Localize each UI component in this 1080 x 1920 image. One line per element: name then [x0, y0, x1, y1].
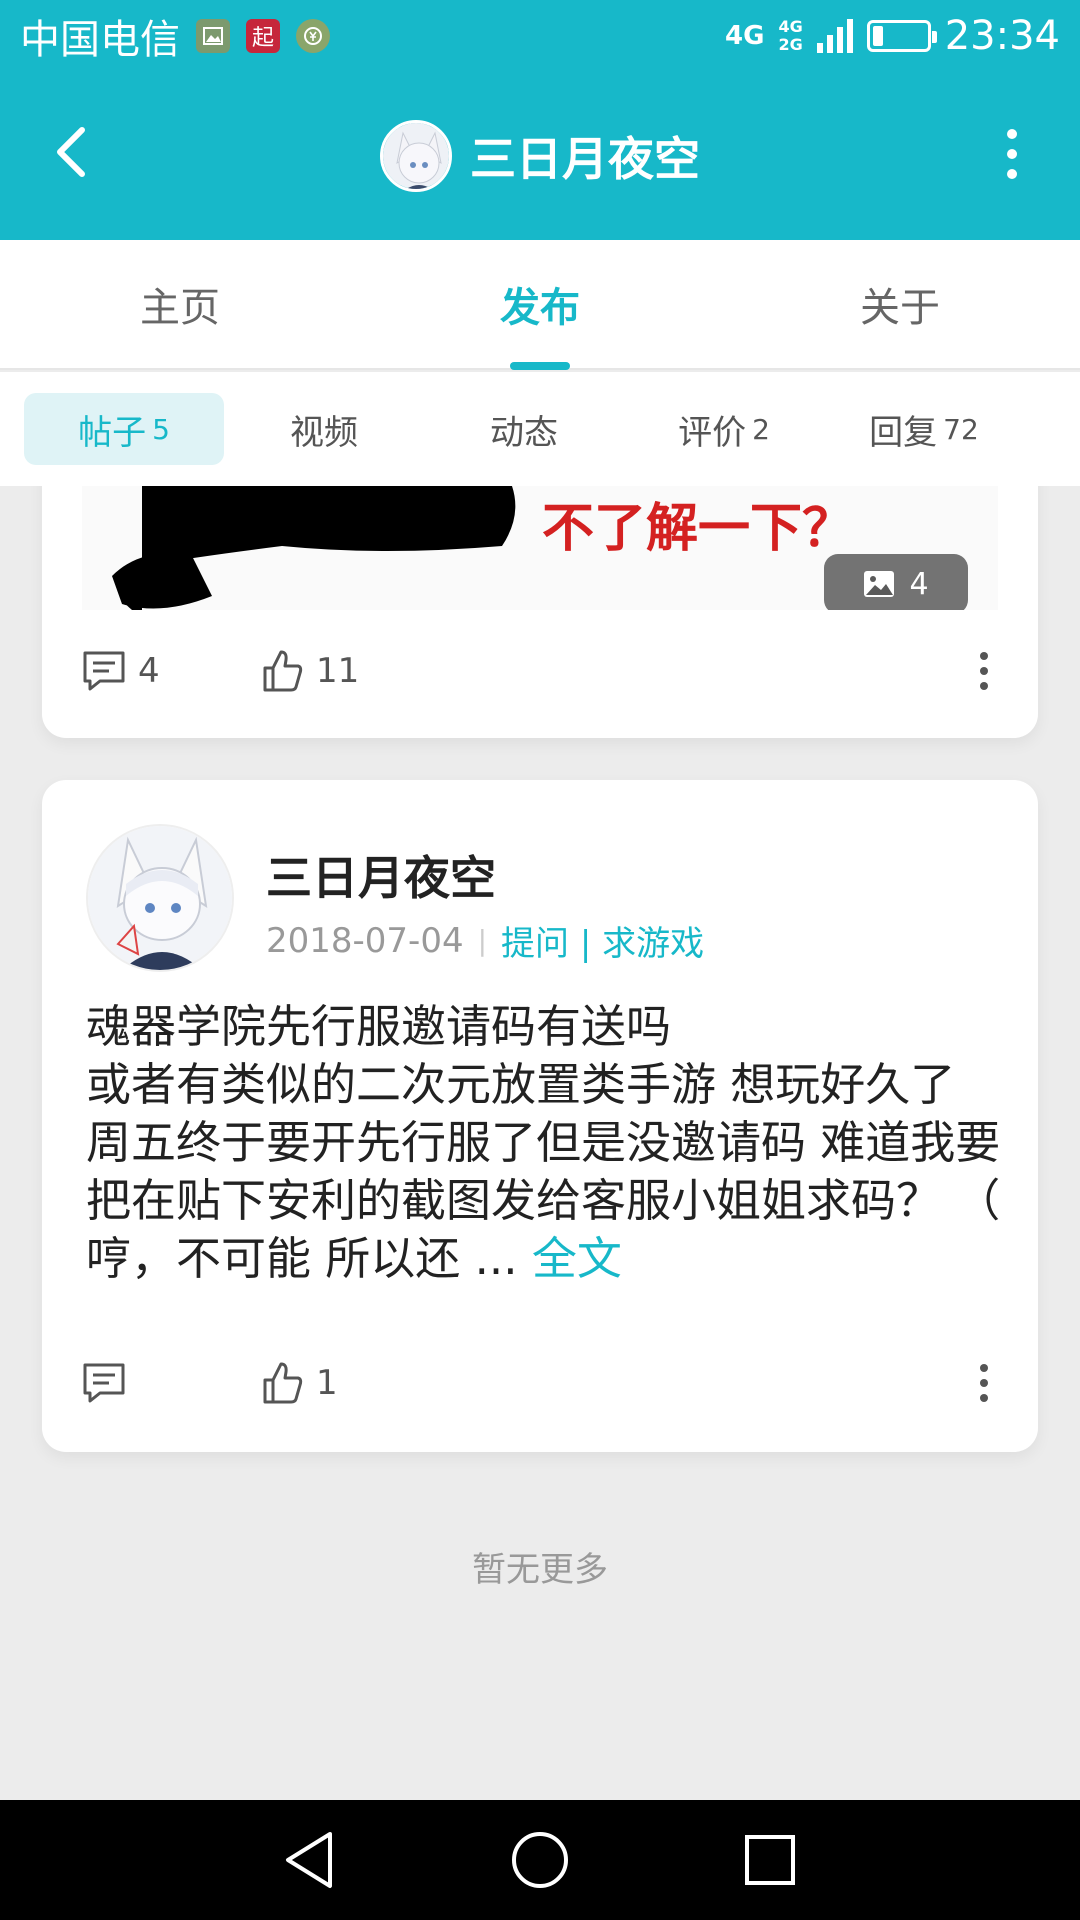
subtab-label: 评价	[678, 412, 747, 453]
subtab-label: 视频	[290, 412, 358, 453]
like-button[interactable]: 1	[262, 1361, 442, 1405]
like-count: 1	[316, 1363, 338, 1403]
meta-divider: |	[477, 924, 488, 957]
subtab-count: 72	[943, 412, 979, 446]
wallet-notification-icon	[296, 19, 330, 53]
more-dot	[1007, 129, 1017, 139]
subtab-videos[interactable]: 视频	[224, 393, 424, 465]
nav-home-button[interactable]	[500, 1820, 580, 1900]
end-of-list-text: 暂无更多	[472, 1550, 608, 1590]
subtab-count: 2	[752, 412, 770, 446]
more-dot	[1007, 149, 1017, 159]
read-full-link[interactable]: 全文	[532, 1232, 622, 1285]
subtab-label: 动态	[490, 412, 558, 453]
menu-dot	[980, 1364, 988, 1372]
post-card[interactable]: 三日月夜空 2018-07-04 | 提问 | 求游戏 魂器学院先行服邀请码有送…	[42, 780, 1038, 1452]
subtab-replies[interactable]: 回复 72	[824, 393, 1024, 465]
like-button[interactable]: 11	[262, 649, 442, 693]
gallery-notification-icon	[196, 19, 230, 53]
comment-button[interactable]: 4	[82, 650, 262, 692]
network-secondary-top: 4G	[778, 17, 803, 36]
post-actions: 4 11	[82, 636, 998, 706]
chevron-left-icon	[57, 127, 85, 177]
carrier-name: 中国电信	[20, 17, 180, 63]
subtab-reviews[interactable]: 评价 2	[624, 393, 824, 465]
author-avatar[interactable]	[86, 824, 234, 972]
post-actions: 1	[82, 1348, 998, 1418]
comment-icon	[83, 1363, 125, 1403]
post-menu-button[interactable]	[970, 1354, 998, 1412]
like-count: 11	[316, 651, 360, 691]
sub-tabs: 帖子 5 视频 动态 评价 2 回复 72	[0, 372, 1080, 486]
network-type: 4G	[725, 21, 765, 51]
menu-dot	[980, 667, 988, 675]
circle-home-icon	[512, 1832, 568, 1888]
subtab-count: 5	[152, 412, 170, 446]
clock: 23:34	[944, 13, 1060, 59]
post-feed: 不了解一下？ 4 4 11 三日月夜空 2018-07-04 | 提问 | 求游…	[0, 486, 1080, 1800]
network-secondary: 4G 2G	[778, 18, 802, 54]
subtab-label: 回复	[869, 412, 938, 453]
qidian-notification-icon: 起	[246, 19, 280, 53]
header-center: 三日月夜空	[0, 72, 1080, 240]
app-header: 三日月夜空	[0, 72, 1080, 240]
nav-back-button[interactable]	[270, 1820, 350, 1900]
system-nav-bar	[0, 1800, 1080, 1920]
fox-girl-avatar-icon	[383, 123, 449, 189]
menu-dot	[980, 1379, 988, 1387]
subtab-moments[interactable]: 动态	[424, 393, 624, 465]
tab-home[interactable]: 主页	[0, 240, 360, 368]
comment-button[interactable]	[82, 1362, 262, 1404]
image-count: 4	[909, 566, 929, 602]
signal-strength-icon	[816, 19, 853, 53]
menu-dot	[980, 682, 988, 690]
subtab-posts[interactable]: 帖子 5	[24, 393, 224, 465]
image-icon	[864, 571, 895, 597]
subtab-label: 帖子	[78, 412, 147, 453]
more-options-button[interactable]	[984, 124, 1040, 184]
post-date: 2018-07-04	[266, 920, 464, 961]
battery-icon	[866, 20, 937, 52]
post-menu-button[interactable]	[970, 642, 998, 700]
network-secondary-bottom: 2G	[778, 35, 803, 54]
tab-publish[interactable]: 发布	[360, 240, 720, 370]
comment-icon	[83, 651, 125, 691]
menu-dot	[980, 1394, 988, 1402]
fox-girl-avatar-icon	[88, 826, 232, 970]
back-button[interactable]	[40, 122, 100, 182]
tab-about[interactable]: 关于	[720, 240, 1080, 368]
page-title: 三日月夜空	[470, 132, 700, 186]
post-card[interactable]: 不了解一下？ 4 4 11	[42, 486, 1038, 738]
battery-level	[872, 26, 883, 46]
post-category[interactable]: 提问 | 求游戏	[501, 916, 704, 965]
avatar[interactable]	[380, 120, 452, 192]
thumbs-up-icon	[263, 1362, 303, 1404]
main-tabs: 主页 发布 关于	[0, 240, 1080, 370]
comment-count: 4	[138, 651, 160, 691]
image-count-badge: 4	[824, 554, 968, 610]
square-recents-icon	[745, 1835, 795, 1885]
post-image-caption: 不了解一下？	[542, 499, 854, 559]
nav-recents-button[interactable]	[730, 1820, 810, 1900]
post-image[interactable]: 不了解一下？ 4	[82, 486, 998, 610]
triangle-back-icon	[286, 1832, 332, 1888]
menu-dot	[980, 652, 988, 660]
more-dot	[1007, 169, 1017, 179]
post-content[interactable]: 魂器学院先行服邀请码有送吗 或者有类似的二次元放置类手游 想玩好久了 周五终于要…	[86, 998, 1006, 1288]
status-right-group: 4G 4G 2G 23:34	[725, 13, 1060, 59]
post-author[interactable]: 三日月夜空	[266, 842, 496, 908]
thumbs-up-icon	[263, 650, 303, 692]
status-bar: 中国电信 起 4G 4G 2G 23:34	[0, 0, 1080, 72]
post-meta: 2018-07-04 | 提问 | 求游戏	[266, 916, 704, 965]
